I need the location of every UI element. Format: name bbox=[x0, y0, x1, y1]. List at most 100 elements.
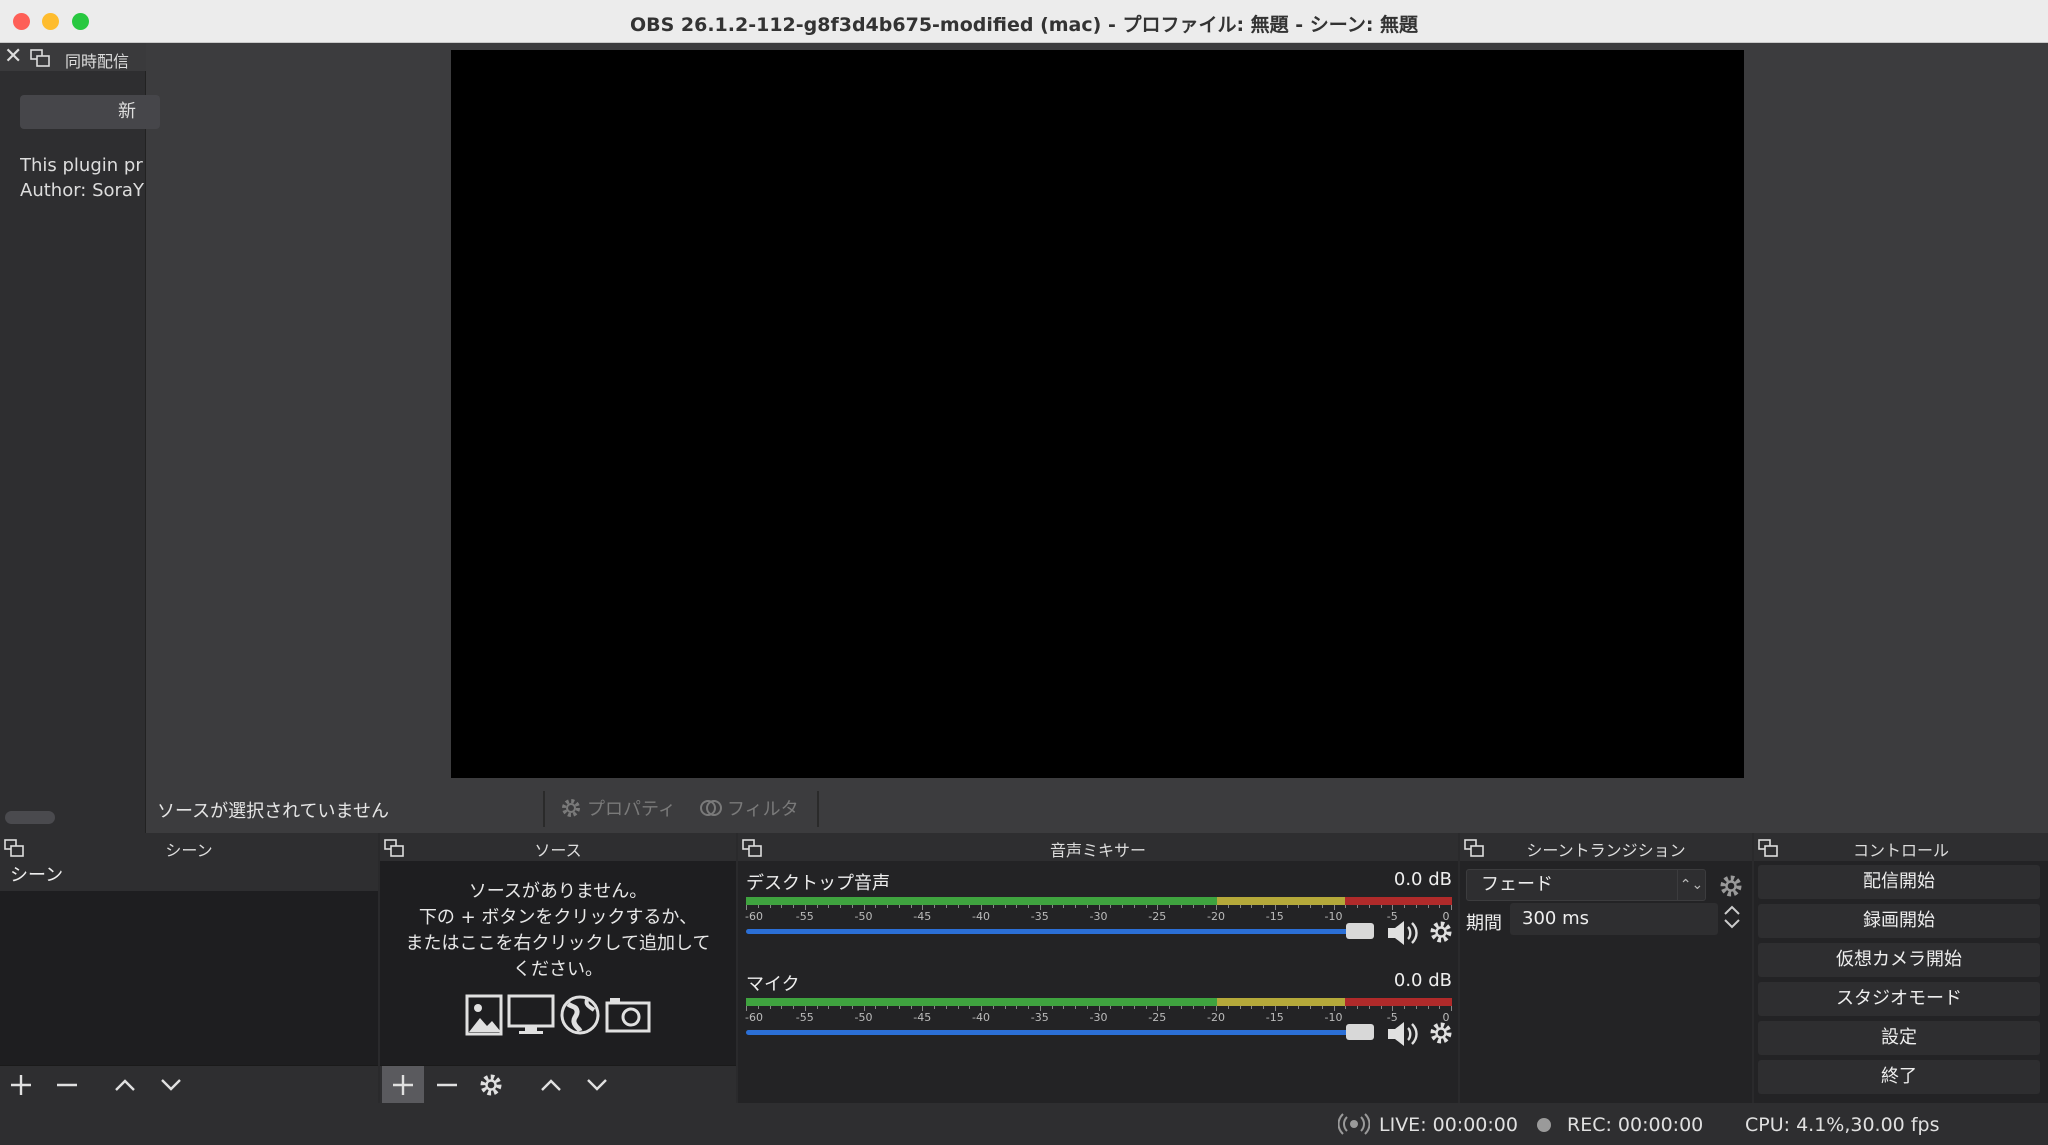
meter-tick-label: -15 bbox=[1265, 1011, 1284, 1024]
move-source-down-button[interactable] bbox=[576, 1066, 618, 1104]
horizontal-scrollbar[interactable] bbox=[5, 811, 55, 824]
meter-tick-mark bbox=[1310, 905, 1311, 908]
meter-tick-mark bbox=[1192, 1006, 1194, 1009]
add-scene-button[interactable] bbox=[0, 1066, 42, 1104]
meter-tick-mark bbox=[1380, 905, 1382, 908]
meter-tick-mark bbox=[969, 905, 971, 908]
exit-button[interactable]: 終了 bbox=[1758, 1060, 2040, 1094]
chevron-up-icon bbox=[1724, 905, 1740, 915]
scenes-dock-header: シーン bbox=[0, 833, 378, 861]
duration-input[interactable]: 300 ms bbox=[1510, 903, 1718, 935]
multistream-new-button[interactable]: 新 bbox=[20, 95, 160, 129]
sources-empty-line: またはここを右クリックして追加して bbox=[405, 933, 711, 954]
add-source-button[interactable] bbox=[382, 1066, 424, 1104]
move-scene-up-button[interactable] bbox=[104, 1066, 146, 1104]
meter-tick-label: -40 bbox=[972, 1011, 990, 1024]
meter-ticks: -60 -55 -50 -45 -40 -35 -30 -25 -20 -15 -10 -5 0 bbox=[745, 905, 1452, 923]
minus-icon bbox=[437, 1083, 457, 1087]
scene-transitions-body: フェード ⌃⌄ 期間 300 ms bbox=[1460, 861, 1752, 1103]
gear-icon[interactable] bbox=[1428, 919, 1454, 945]
meter-tick-mark bbox=[1204, 905, 1206, 908]
speaker-icon[interactable] bbox=[1386, 919, 1422, 947]
settings-button[interactable]: 設定 bbox=[1758, 1021, 2040, 1055]
close-icon[interactable]: ✕ bbox=[4, 46, 24, 68]
controls-dock-header: コントロール bbox=[1754, 833, 2048, 861]
meter-tick-mark bbox=[1380, 1006, 1382, 1009]
controls-body: 配信開始 録画開始 仮想カメラ開始 スタジオモード 設定 終了 bbox=[1754, 861, 2048, 1103]
speaker-icon[interactable] bbox=[1386, 1020, 1422, 1048]
preview-canvas[interactable] bbox=[451, 50, 1744, 778]
source-properties-button[interactable] bbox=[470, 1066, 512, 1104]
gear-icon[interactable] bbox=[1428, 1020, 1454, 1046]
chevron-updown-icon: ⌃⌄ bbox=[1677, 870, 1705, 900]
meter-tick-mark bbox=[1321, 1006, 1323, 1009]
meter-tick-mark bbox=[1263, 905, 1264, 908]
meter-tick-mark bbox=[1145, 1006, 1147, 1009]
meter-tick-mark bbox=[887, 1006, 888, 1009]
start-recording-button[interactable]: 録画開始 bbox=[1758, 904, 2040, 938]
meter-tick-mark bbox=[1451, 905, 1452, 910]
plus-icon bbox=[11, 1075, 31, 1095]
transition-select[interactable]: フェード ⌃⌄ bbox=[1466, 869, 1706, 901]
recording-timer: REC: 00:00:00 bbox=[1567, 1114, 1704, 1136]
meter-tick-mark bbox=[887, 905, 888, 908]
meter-tick-label: -40 bbox=[972, 910, 990, 923]
camera-icon bbox=[605, 998, 651, 1033]
chevron-up-icon bbox=[115, 1079, 135, 1091]
start-streaming-button[interactable]: 配信開始 bbox=[1758, 865, 2040, 899]
float-dock-icon[interactable] bbox=[30, 49, 50, 67]
meter-tick-mark bbox=[1086, 905, 1088, 908]
meter-tick-mark bbox=[957, 905, 959, 908]
sources-empty-line: ソースがありません。 bbox=[468, 881, 648, 902]
meter-tick-mark bbox=[910, 905, 912, 908]
duration-label: 期間 bbox=[1466, 913, 1502, 934]
volume-slider[interactable] bbox=[746, 929, 1366, 934]
remove-scene-button[interactable] bbox=[46, 1066, 88, 1104]
meter-tick-label: -35 bbox=[1030, 1011, 1049, 1024]
start-virtual-camera-button[interactable]: 仮想カメラ開始 bbox=[1758, 943, 2040, 977]
meter-tick-mark bbox=[1122, 905, 1123, 908]
meter-tick-mark bbox=[1051, 1006, 1053, 1009]
meter-tick-mark bbox=[1004, 905, 1006, 908]
meter-tick-label: -50 bbox=[854, 1011, 873, 1024]
scene-list-item[interactable]: シーン bbox=[0, 861, 378, 891]
sources-empty-line: 下の + ボタンをクリックするか、 bbox=[418, 907, 698, 928]
move-source-up-button[interactable] bbox=[530, 1066, 572, 1104]
meter-tick-mark bbox=[875, 905, 877, 908]
volume-slider-handle[interactable] bbox=[1346, 1024, 1374, 1040]
meter-tick-mark bbox=[1075, 1006, 1076, 1009]
meter-tick-mark bbox=[898, 905, 900, 908]
meter-tick-label: -50 bbox=[854, 910, 873, 923]
meter-green-zone bbox=[746, 897, 1217, 905]
studio-mode-button[interactable]: スタジオモード bbox=[1758, 982, 2040, 1016]
record-dot-icon bbox=[1537, 1118, 1551, 1132]
meter-tick-mark bbox=[840, 1006, 841, 1009]
meter-tick-mark bbox=[781, 1006, 783, 1009]
meter-yellow-zone bbox=[1217, 897, 1345, 905]
meter-tick-mark bbox=[1016, 1006, 1018, 1009]
volume-slider[interactable] bbox=[746, 1030, 1366, 1035]
duration-stepper[interactable] bbox=[1722, 903, 1746, 935]
plugin-description-line: This plugin pr bbox=[20, 155, 143, 176]
meter-tick-mark bbox=[1286, 905, 1288, 908]
display-icon bbox=[507, 994, 555, 1034]
meter-tick-mark bbox=[1086, 1006, 1088, 1009]
meter-tick-label: -10 bbox=[1324, 910, 1343, 923]
meter-tick-mark bbox=[1439, 905, 1441, 908]
move-scene-down-button[interactable] bbox=[150, 1066, 192, 1104]
volume-slider-handle[interactable] bbox=[1346, 923, 1374, 939]
properties-button[interactable]: プロパティ bbox=[559, 795, 676, 821]
meter-tick-mark bbox=[1227, 1006, 1229, 1009]
gear-icon[interactable] bbox=[1718, 873, 1744, 899]
meter-tick-mark bbox=[1051, 905, 1053, 908]
meter-tick-mark bbox=[1368, 1006, 1370, 1009]
meter-tick-mark bbox=[1133, 1006, 1135, 1009]
meter-tick-label: -20 bbox=[1207, 910, 1225, 923]
chevron-down-icon bbox=[1724, 919, 1740, 929]
filters-button[interactable]: フィルタ bbox=[699, 795, 799, 821]
scene-transitions-dock: シーントランジション フェード ⌃⌄ 期間 300 ms bbox=[1460, 833, 1752, 1103]
meter-yellow-zone bbox=[1217, 998, 1345, 1006]
meter-tick-mark bbox=[1427, 905, 1429, 908]
remove-source-button[interactable] bbox=[426, 1066, 468, 1104]
no-source-selected-label: ソースが選択されていません bbox=[157, 801, 390, 822]
